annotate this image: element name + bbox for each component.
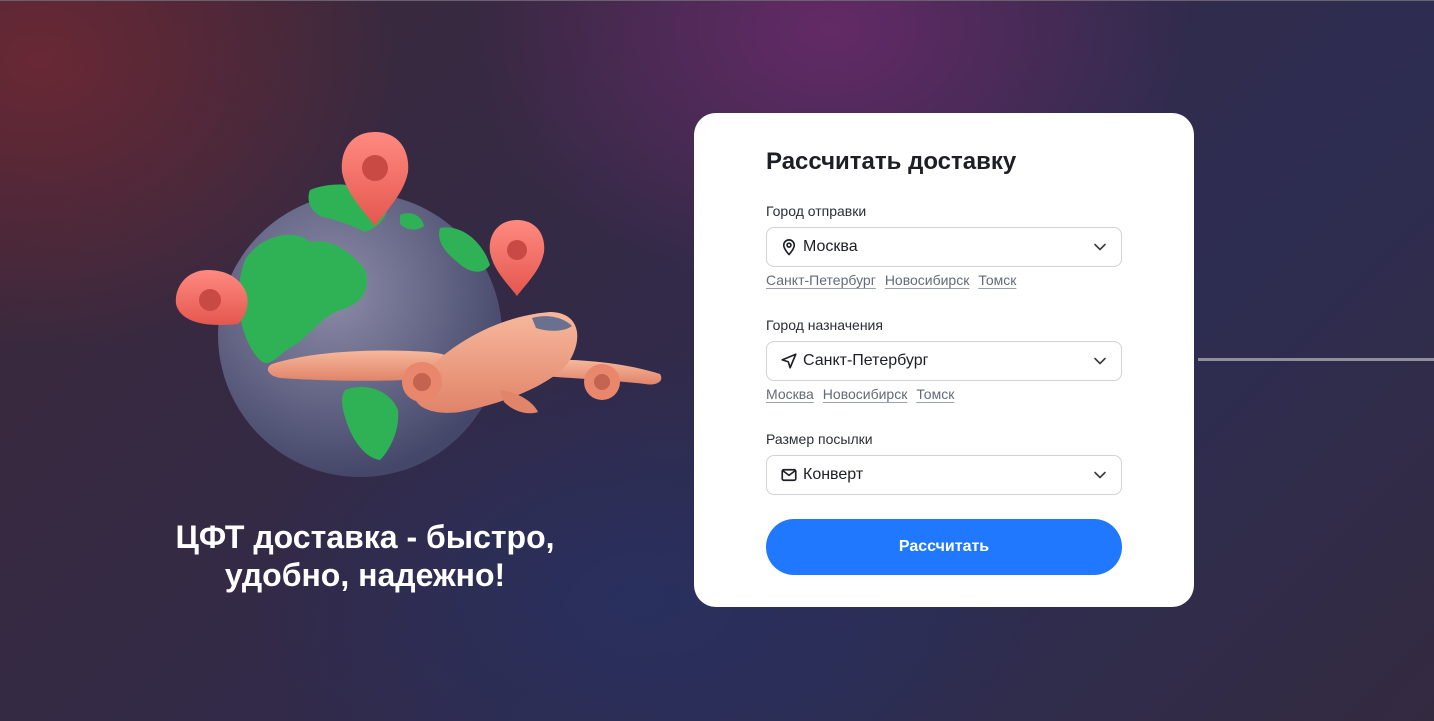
hero-tagline: ЦФТ доставка - быстро, удобно, надежно! — [120, 518, 610, 594]
location-pin-icon — [489, 220, 545, 296]
chevron-down-icon — [1091, 238, 1109, 256]
envelope-icon — [779, 465, 799, 485]
from-city-label: Город отправки — [766, 203, 867, 219]
parcel-size-select[interactable]: Конверт — [766, 455, 1122, 495]
globe-airplane-illustration — [175, 132, 662, 477]
top-divider — [0, 0, 1434, 1]
tagline-line-2: удобно, надежно! — [224, 557, 506, 593]
delivery-calculator-card: Рассчитать доставку Город отправки Москв… — [694, 113, 1194, 607]
decorative-line — [1198, 358, 1434, 361]
tagline-line-1: ЦФТ доставка - быстро, — [175, 519, 555, 555]
suggestion-link[interactable]: Томск — [978, 272, 1016, 288]
to-city-label: Город назначения — [766, 317, 883, 333]
calculate-button[interactable]: Рассчитать — [766, 519, 1122, 575]
parcel-size-label: Размер посылки — [766, 431, 873, 447]
to-city-suggestions: Москва Новосибирск Томск — [766, 386, 954, 402]
from-city-select[interactable]: Москва — [766, 227, 1122, 267]
hero-illustration — [160, 120, 680, 500]
chevron-down-icon — [1091, 466, 1109, 484]
suggestion-link[interactable]: Томск — [916, 386, 954, 402]
suggestion-link[interactable]: Новосибирск — [823, 386, 908, 402]
suggestion-link[interactable]: Санкт-Петербург — [766, 272, 876, 288]
suggestion-link[interactable]: Новосибирск — [885, 272, 970, 288]
parcel-size-value: Конверт — [803, 466, 864, 483]
chevron-down-icon — [1091, 352, 1109, 370]
navigation-arrow-icon — [779, 351, 799, 371]
map-pin-icon — [779, 237, 799, 257]
from-city-suggestions: Санкт-Петербург Новосибирск Томск — [766, 272, 1016, 288]
to-city-value: Санкт-Петербург — [803, 352, 929, 369]
suggestion-link[interactable]: Москва — [766, 386, 814, 402]
from-city-value: Москва — [803, 238, 858, 255]
card-title: Рассчитать доставку — [766, 148, 1017, 175]
to-city-select[interactable]: Санкт-Петербург — [766, 341, 1122, 381]
